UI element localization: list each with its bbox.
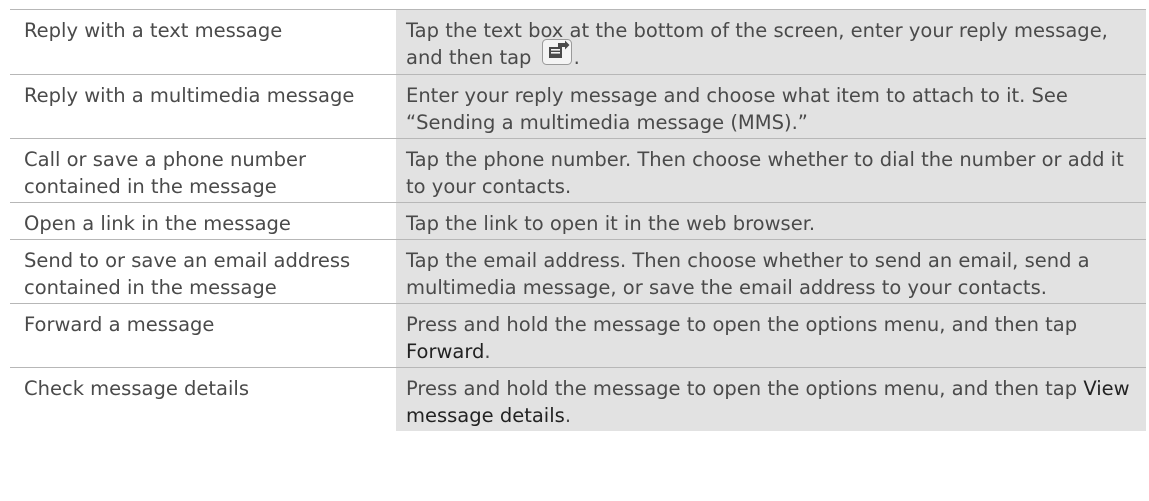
description-text: Press and hold the message to open the o…	[406, 377, 1078, 400]
description-text: Tap the text box at the bottom of the sc…	[406, 19, 1108, 69]
description-cell: Tap the link to open it in the web brows…	[396, 202, 1146, 240]
send-reply-icon	[541, 39, 572, 72]
action-cell: Open a link in the message	[10, 202, 396, 240]
description-cell: Tap the phone number. Then choose whethe…	[396, 138, 1146, 203]
description-cell: Tap the text box at the bottom of the sc…	[396, 9, 1146, 75]
action-cell: Reply with a multimedia message	[10, 74, 396, 139]
table-row: Reply with a text message Tap the text b…	[10, 9, 1146, 75]
action-cell: Forward a message	[10, 303, 396, 368]
action-cell: Send to or save an email address contain…	[10, 239, 396, 304]
table-row: Call or save a phone number contained in…	[10, 138, 1146, 203]
message-actions-table: Reply with a text message Tap the text b…	[10, 9, 1146, 431]
table-row: Reply with a multimedia message Enter yo…	[10, 74, 1146, 139]
action-cell: Check message details	[10, 367, 396, 431]
description-cell: Tap the email address. Then choose wheth…	[396, 239, 1146, 304]
description-cell: Press and hold the message to open the o…	[396, 367, 1146, 431]
description-text-end: .	[484, 340, 491, 363]
table-row: Check message details Press and hold the…	[10, 367, 1146, 431]
description-cell: Enter your reply message and choose what…	[396, 74, 1146, 139]
description-cell: Press and hold the message to open the o…	[396, 303, 1146, 368]
table-row: Open a link in the message Tap the link …	[10, 202, 1146, 240]
action-cell: Reply with a text message	[10, 9, 396, 75]
menu-option-name: Forward	[406, 340, 485, 363]
description-text-end: .	[564, 404, 572, 427]
manual-page: Reply with a text message Tap the text b…	[0, 0, 1149, 501]
description-text-end: .	[573, 46, 580, 69]
description-text: Press and hold the message to open the o…	[406, 313, 1078, 336]
table-row: Send to or save an email address contain…	[10, 239, 1146, 304]
table-row: Forward a message Press and hold the mes…	[10, 303, 1146, 368]
action-cell: Call or save a phone number contained in…	[10, 138, 396, 203]
